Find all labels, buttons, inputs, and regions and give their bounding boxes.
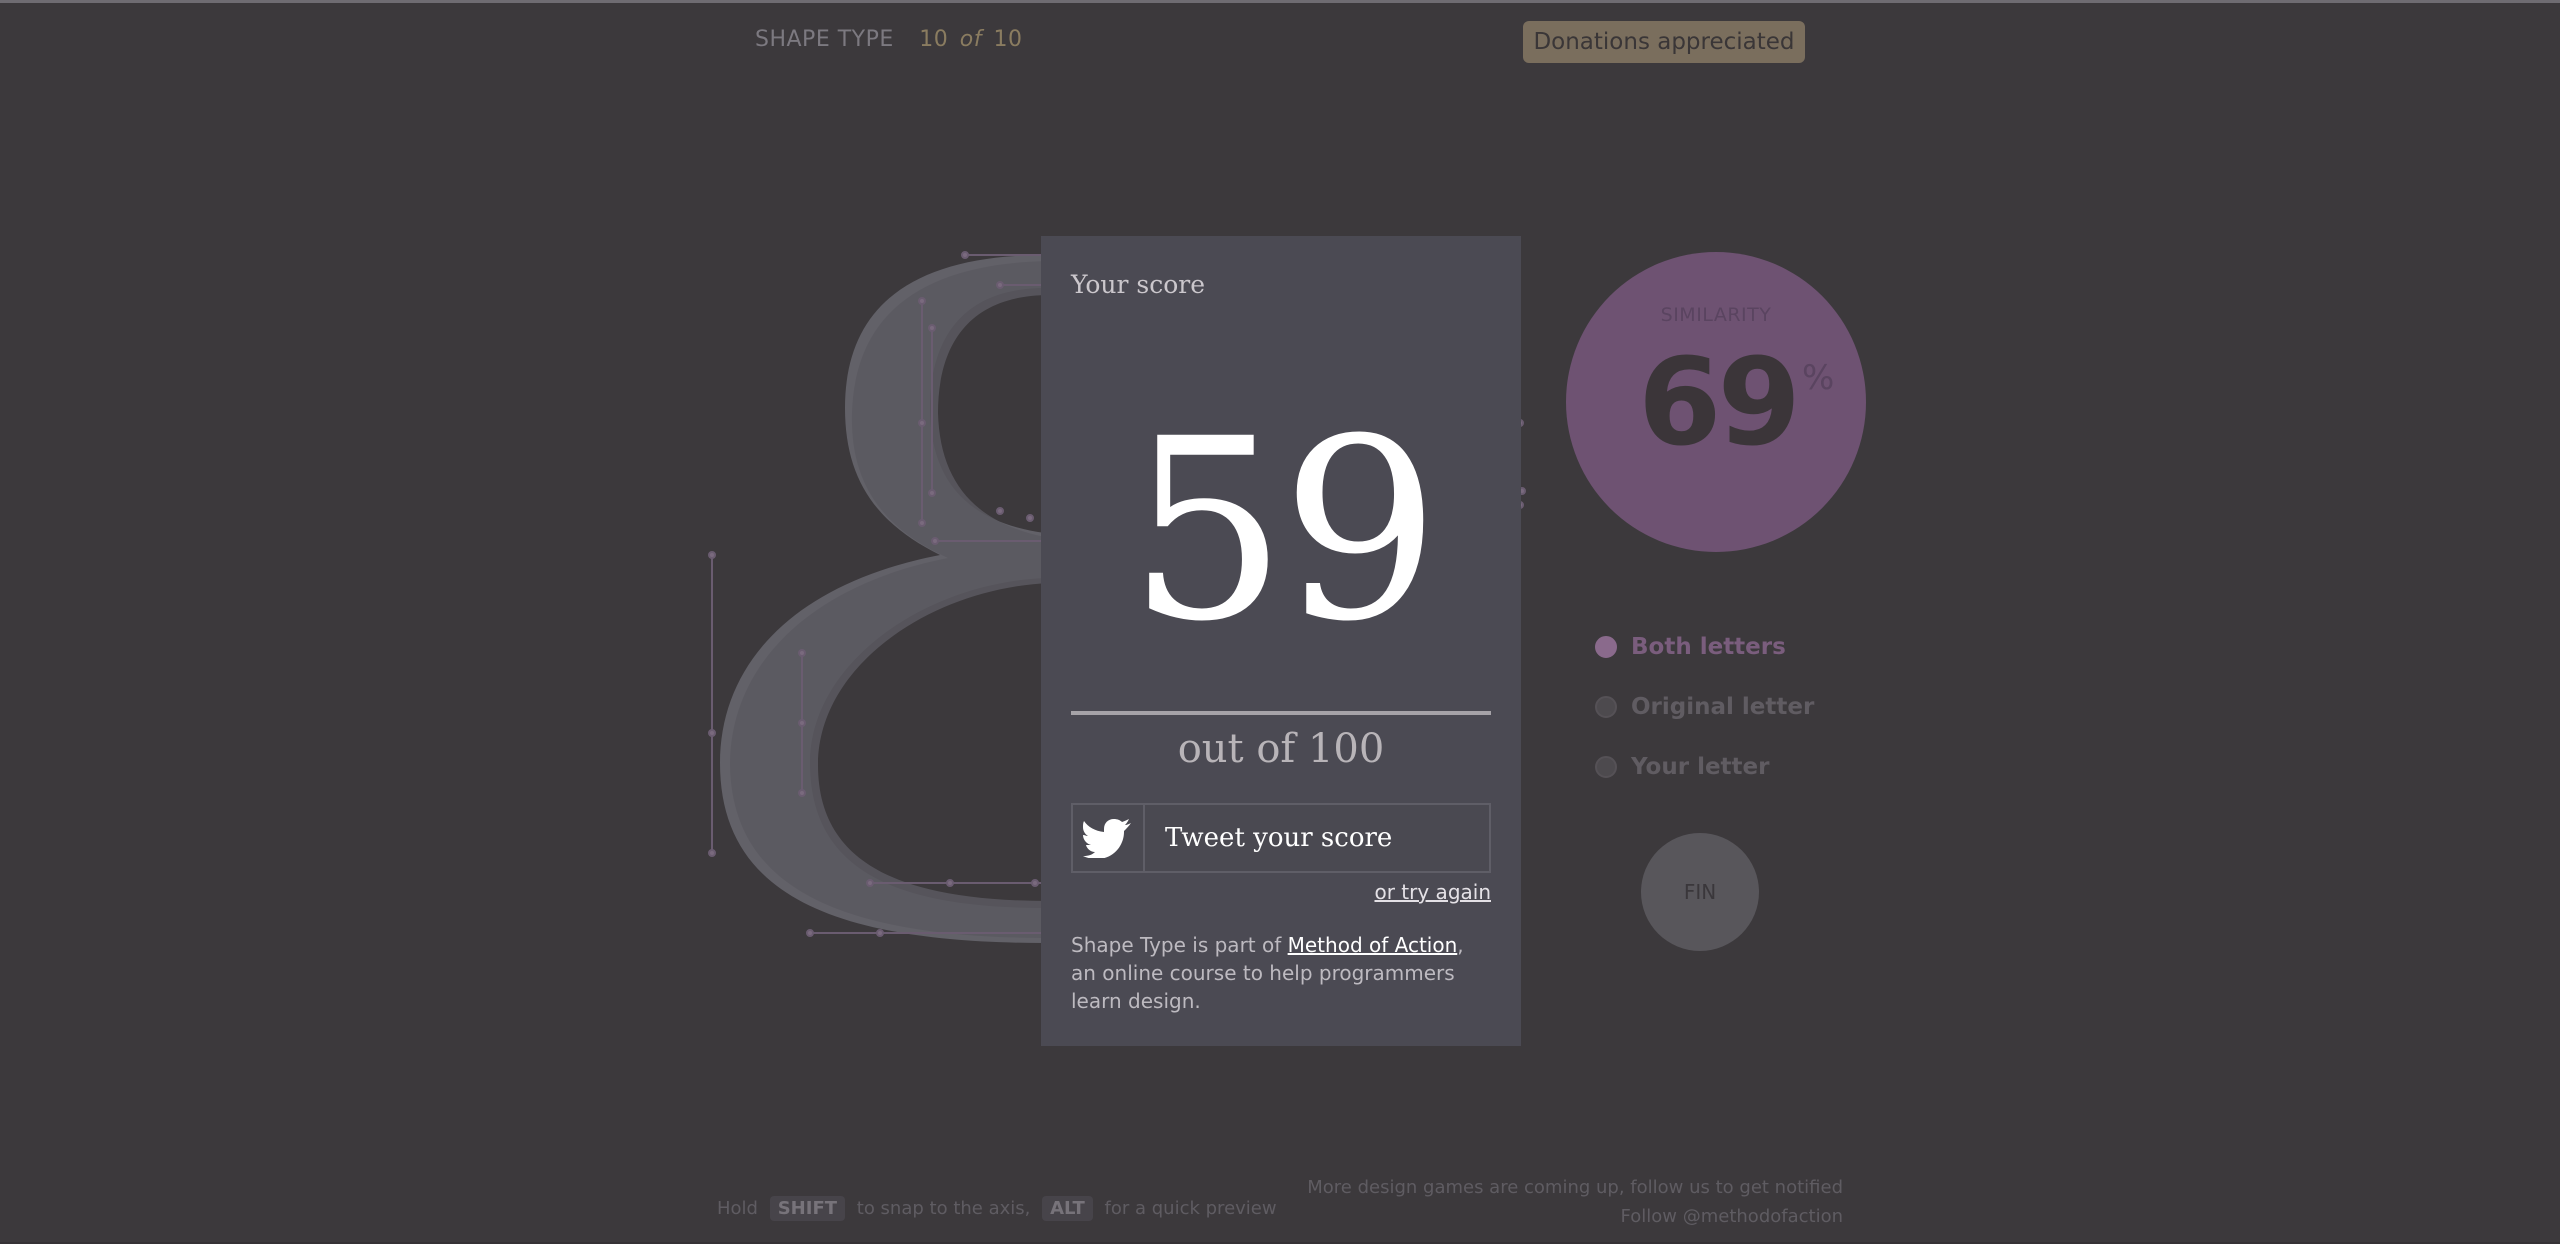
progress-current: 10	[919, 27, 949, 52]
score-out-of: out of 100	[1177, 726, 1385, 772]
keyboard-hint: Hold SHIFT to snap to the axis, ALT for …	[717, 1196, 1277, 1221]
view-option-label: Both letters	[1631, 634, 1786, 660]
similarity-circle: SIMILARITY 69 %	[1566, 252, 1866, 552]
follow-link[interactable]: Follow @methodofaction	[1307, 1202, 1843, 1231]
alt-key: ALT	[1042, 1196, 1093, 1221]
view-option-label: Original letter	[1631, 694, 1815, 720]
view-option-your-letter[interactable]: Your letter	[1595, 737, 1814, 797]
radio-icon	[1595, 636, 1617, 658]
try-again-link[interactable]: or try again	[1374, 880, 1491, 904]
news-text: More design games are coming up, follow …	[1307, 1177, 1843, 1198]
view-option-original-letter[interactable]: Original letter	[1595, 677, 1814, 737]
level-progress: 10 of 10	[919, 27, 1022, 52]
score-panel: Your score 59 out of 100 Tweet your scor…	[1041, 236, 1521, 1046]
tweet-score-button[interactable]: Tweet your score	[1071, 803, 1491, 873]
score-value: 59	[1127, 385, 1440, 676]
radio-icon	[1595, 756, 1617, 778]
header: SHAPE TYPE 10 of 10	[755, 27, 1022, 52]
tweet-score-label: Tweet your score	[1165, 823, 1393, 853]
progress-total: 10	[993, 27, 1023, 52]
score-divider	[1071, 711, 1491, 715]
similarity-unit: %	[1802, 358, 1835, 398]
app-title: SHAPE TYPE	[755, 27, 894, 52]
twitter-bird-icon	[1073, 805, 1145, 871]
radio-icon	[1595, 696, 1617, 718]
view-option-both-letters[interactable]: Both letters	[1595, 617, 1814, 677]
view-option-label: Your letter	[1631, 754, 1770, 780]
progress-of: of	[959, 27, 982, 52]
fin-button[interactable]: FIN	[1641, 833, 1759, 951]
footer-news: More design games are coming up, follow …	[1307, 1173, 1843, 1231]
similarity-label: SIMILARITY	[1660, 304, 1772, 326]
method-of-action-link[interactable]: Method of Action	[1288, 933, 1458, 957]
app-root: SHAPE TYPE 10 of 10 Donations appreciate…	[0, 0, 2560, 1244]
hint-preview: for a quick preview	[1104, 1198, 1277, 1219]
hint-hold: Hold	[717, 1198, 758, 1219]
hint-snap: to snap to the axis,	[856, 1198, 1031, 1219]
about-text: Shape Type is part of Method of Action, …	[1071, 931, 1491, 1015]
view-options: Both letters Original letter Your letter	[1595, 617, 1814, 797]
similarity-value: 69	[1638, 334, 1801, 473]
score-label: Your score	[1071, 270, 1206, 299]
about-prefix: Shape Type is part of	[1071, 933, 1288, 957]
donate-button[interactable]: Donations appreciated	[1523, 21, 1805, 63]
shift-key: SHIFT	[769, 1196, 846, 1221]
